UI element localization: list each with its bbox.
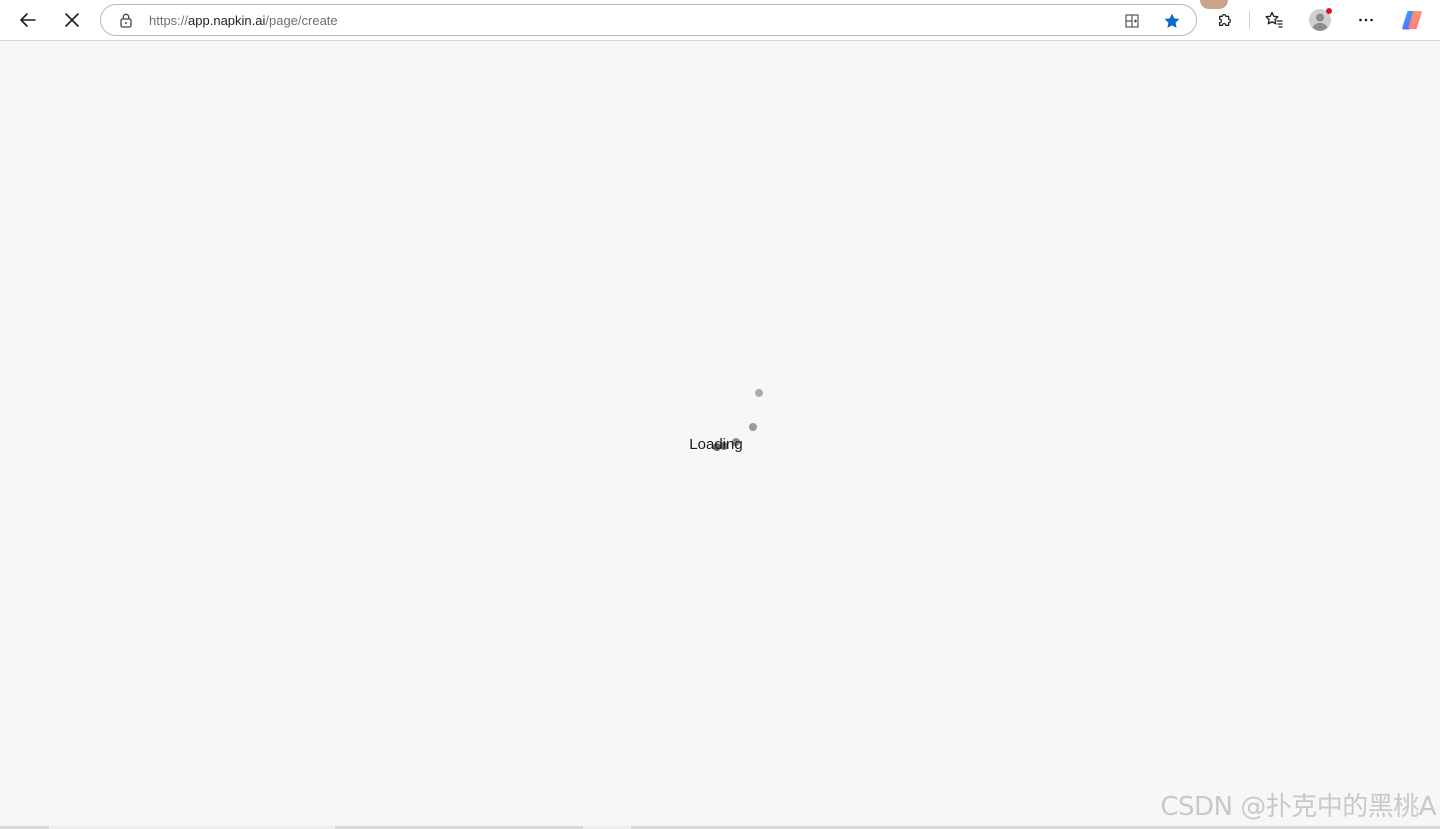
profile-button[interactable]	[1304, 4, 1336, 36]
profile-icon	[1309, 8, 1332, 31]
browser-toolbar: https://app.napkin.ai/page/create	[0, 0, 1440, 41]
more-button[interactable]	[1350, 4, 1382, 36]
favorites-icon	[1265, 11, 1283, 28]
copilot-button[interactable]	[1396, 4, 1428, 36]
stop-loading-button[interactable]	[56, 4, 88, 36]
copilot-icon	[1402, 11, 1422, 30]
watermark: CSDN @扑克中的黑桃A	[1160, 792, 1436, 822]
puzzle-icon	[1218, 13, 1232, 27]
close-icon	[65, 13, 79, 27]
notification-dot	[1326, 8, 1332, 14]
split-screen-button[interactable]	[1122, 11, 1142, 31]
favorite-button[interactable]	[1162, 11, 1182, 31]
url-scheme: https://	[149, 13, 189, 28]
favorites-button[interactable]	[1258, 4, 1290, 36]
back-arrow-icon	[20, 13, 36, 27]
url-host: app.napkin.ai	[188, 13, 266, 28]
back-button[interactable]	[12, 4, 44, 36]
extensions-button[interactable]	[1209, 4, 1241, 36]
address-bar[interactable]: https://app.napkin.ai/page/create	[100, 4, 1197, 36]
spinner-dot	[755, 389, 763, 397]
more-icon	[1359, 18, 1373, 22]
lock-icon[interactable]	[118, 12, 134, 28]
page-content: Loading	[0, 41, 1440, 826]
url-text[interactable]: https://app.napkin.ai/page/create	[149, 13, 338, 29]
loading-label: Loading	[689, 436, 743, 453]
spinner-dot	[749, 423, 757, 431]
star-icon	[1164, 13, 1180, 28]
toolbar-divider	[1249, 11, 1250, 29]
split-screen-icon	[1125, 14, 1139, 28]
url-path: /page/create	[265, 13, 338, 28]
